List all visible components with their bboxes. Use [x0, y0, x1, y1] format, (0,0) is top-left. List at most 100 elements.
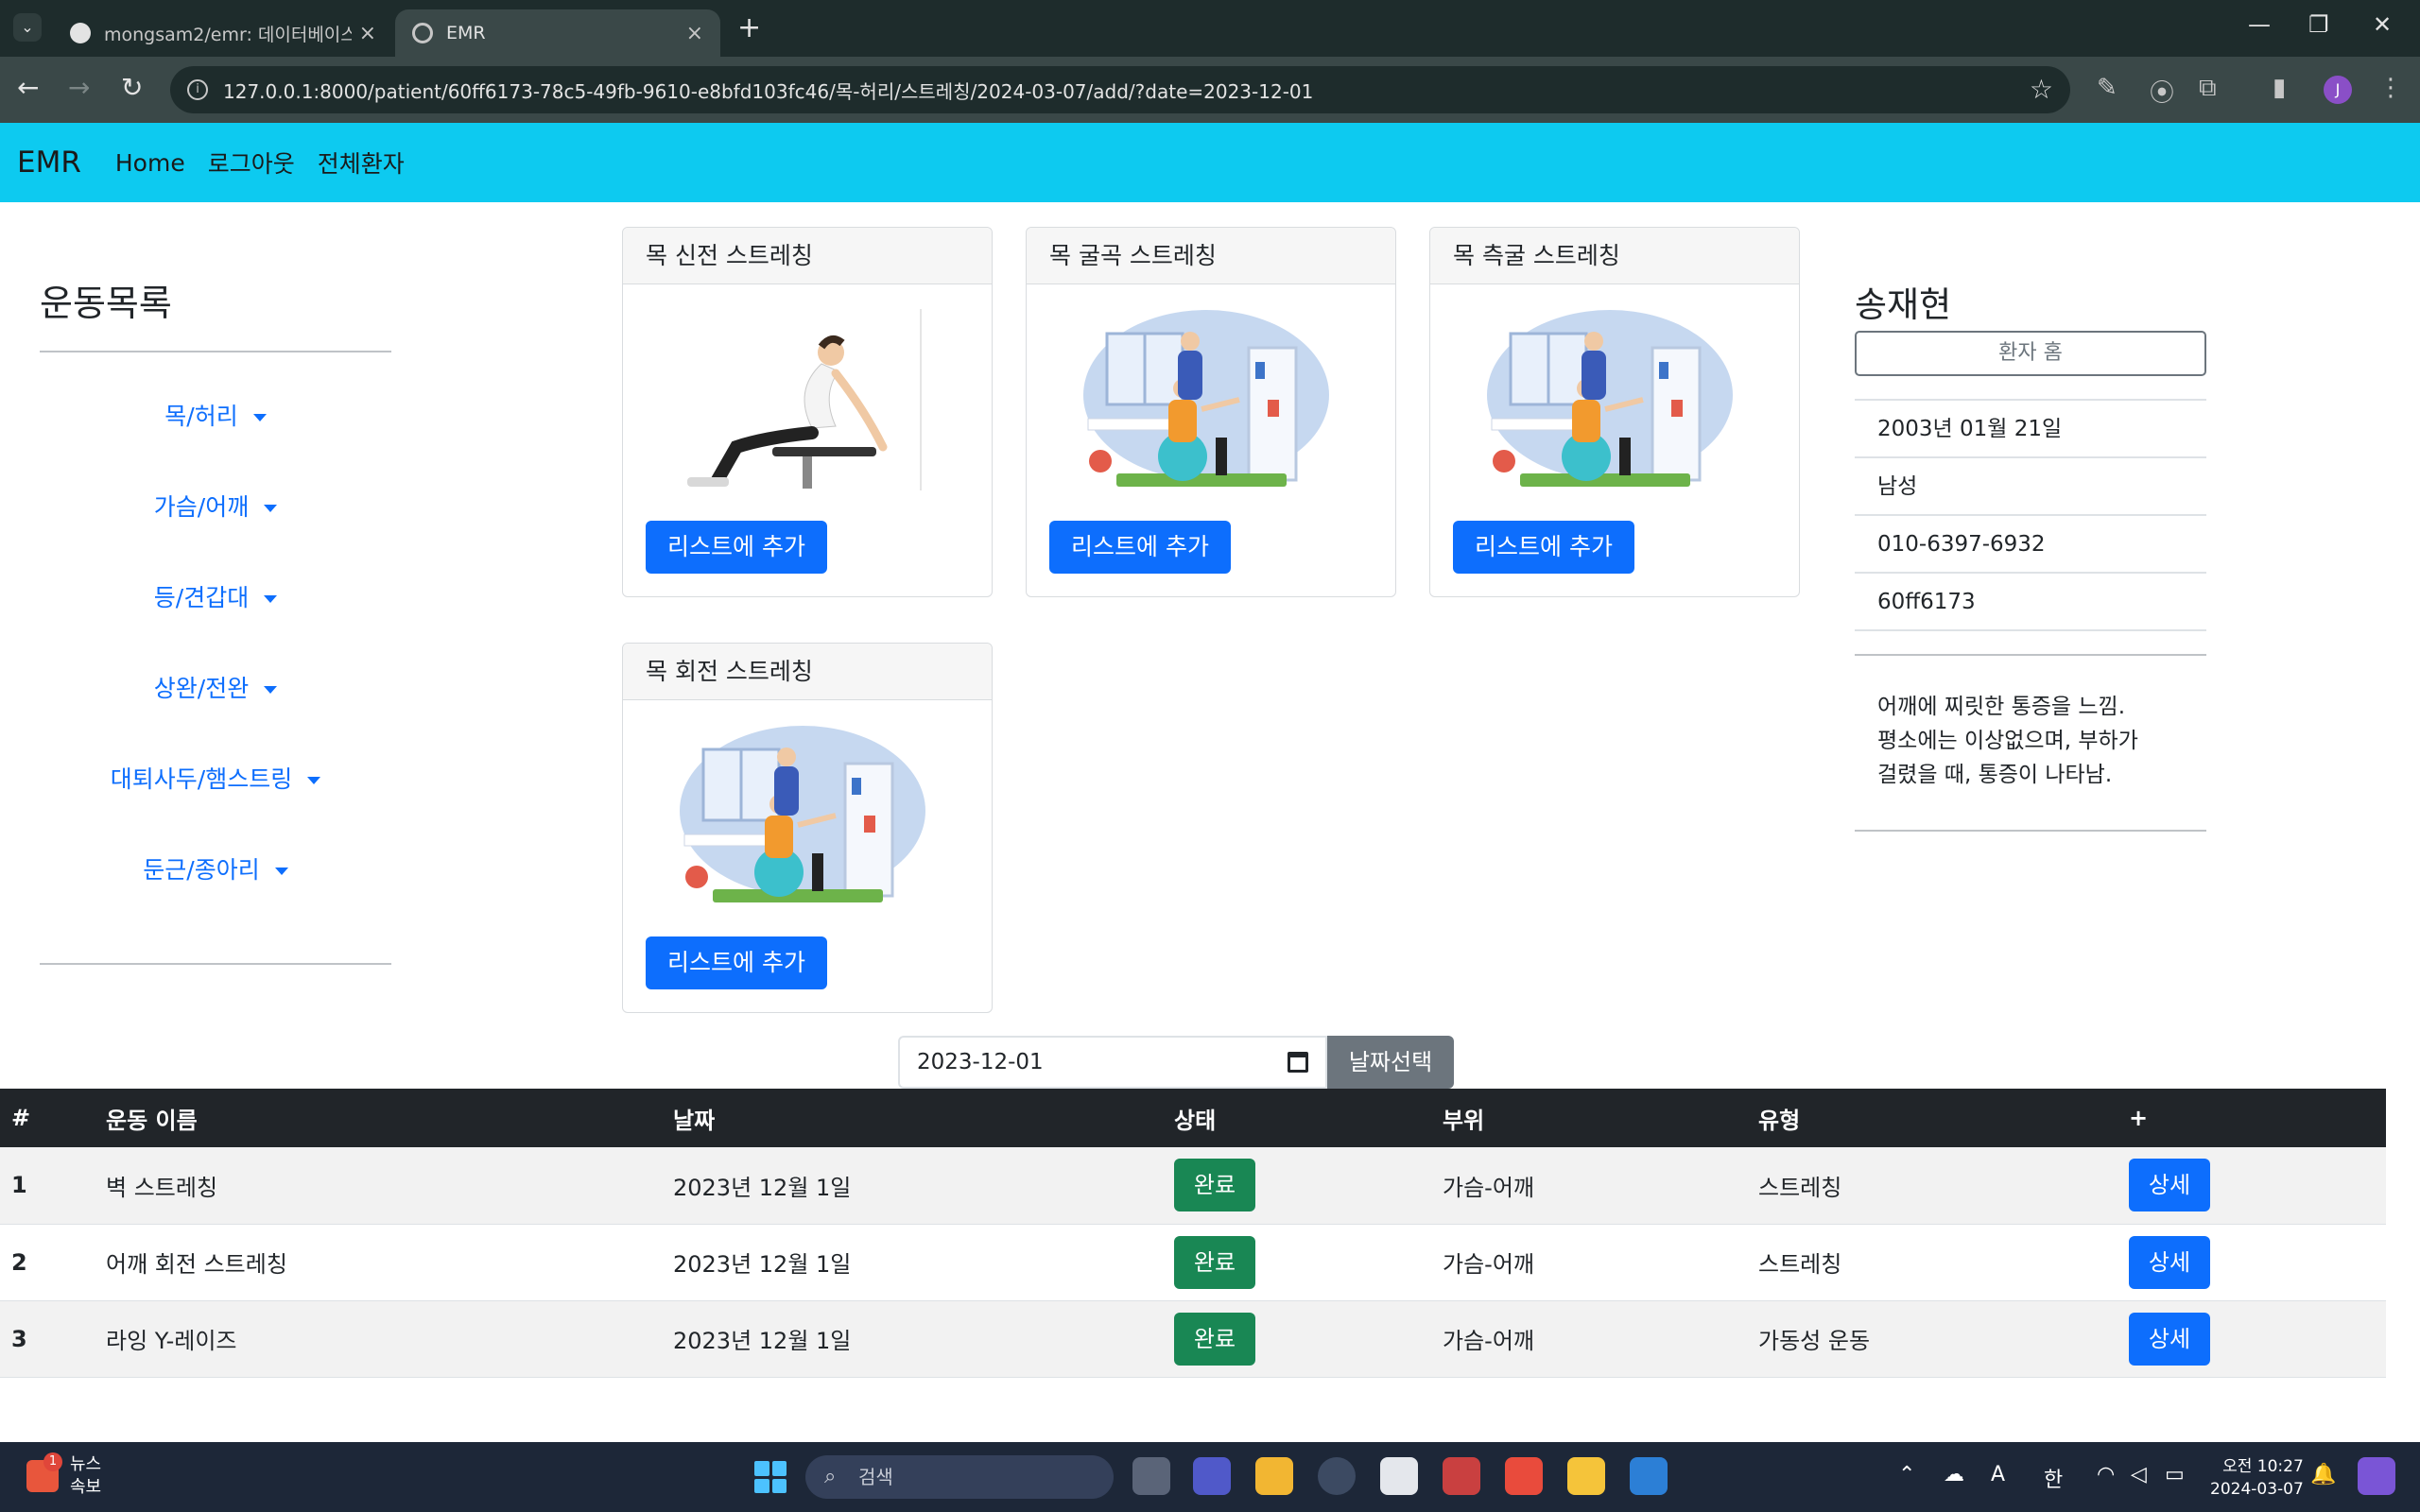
caret-down-icon	[264, 595, 278, 603]
col-header: +	[2118, 1089, 2386, 1147]
add-to-list-button[interactable]: 리스트에 추가	[646, 936, 827, 989]
select-date-button[interactable]: 날짜선택	[1327, 1036, 1454, 1089]
close-icon[interactable]: ×	[359, 22, 376, 45]
card-title: 목 회전 스트레칭	[623, 644, 992, 700]
tab-search-icon[interactable]: ⌄	[13, 13, 42, 42]
category-list: 목/허리 가슴/어깨 등/견갑대 상완/전완 대퇴사두/햄스트링 둔근/종아리	[40, 352, 391, 963]
patient-id: 60ff6173	[1855, 574, 2206, 631]
notification-badge: 1	[43, 1452, 62, 1471]
volume-muted-icon[interactable]: ◁	[2131, 1463, 2147, 1486]
back-icon[interactable]: ←	[17, 72, 39, 103]
body-part: 가슴-어깨	[1431, 1224, 1747, 1301]
detail-button[interactable]: 상세	[2129, 1312, 2210, 1366]
add-to-list-button[interactable]: 리스트에 추가	[1453, 521, 1634, 574]
file-explorer-icon[interactable]	[1255, 1457, 1293, 1495]
tab-title: mongsam2/emr: 데이터베이스	[104, 24, 352, 45]
nav-logout[interactable]: 로그아웃	[208, 146, 295, 180]
store-icon[interactable]	[1380, 1457, 1418, 1495]
category-chest-shoulder[interactable]: 가슴/어깨	[40, 462, 391, 553]
minimize-icon[interactable]: —	[2248, 11, 2271, 38]
taskbar-search[interactable]: ⌕ 검색	[805, 1455, 1114, 1499]
table-row: 3 라잉 Y-레이즈 2023년 12월 1일 완료 가슴-어깨 가동성 운동 …	[0, 1300, 2386, 1378]
exercise-table: # 운동 이름 날짜 상태 부위 유형 + 1 벽 스트레칭 2023년 12월…	[0, 1089, 2386, 1378]
tab-github[interactable]: mongsam2/emr: 데이터베이스 ×	[53, 9, 393, 57]
detail-button[interactable]: 상세	[2129, 1235, 2210, 1289]
table-header-row: # 운동 이름 날짜 상태 부위 유형 +	[0, 1089, 2386, 1147]
body-part: 가슴-어깨	[1431, 1147, 1747, 1225]
vscode-icon[interactable]	[1630, 1457, 1668, 1495]
category-label: 등/견갑대	[153, 584, 250, 611]
nav-all-patients[interactable]: 전체환자	[318, 146, 405, 180]
task-view-icon[interactable]	[1132, 1457, 1170, 1495]
menu-icon[interactable]: ⋮	[2378, 74, 2403, 102]
divider	[40, 963, 391, 965]
reload-icon[interactable]: ↻	[121, 72, 143, 103]
side-panel-icon[interactable]: ▮	[2273, 74, 2286, 102]
brand-logo[interactable]: EMR	[17, 146, 81, 180]
action-cell: 상세	[2118, 1300, 2386, 1378]
category-neck-waist[interactable]: 목/허리	[40, 371, 391, 462]
address-bar[interactable]: i 127.0.0.1:8000/patient/60ff6173-78c5-4…	[170, 66, 2070, 113]
status-done-button[interactable]: 완료	[1174, 1235, 1255, 1289]
site-info-icon[interactable]: i	[187, 79, 208, 100]
col-header: 상태	[1163, 1089, 1431, 1147]
bookmark-star-icon[interactable]: ☆	[2030, 74, 2053, 105]
onedrive-icon[interactable]: ☁	[1944, 1463, 1964, 1486]
window-close-icon[interactable]: ✕	[2373, 11, 2392, 38]
status-done-button[interactable]: 완료	[1174, 1312, 1255, 1366]
wifi-icon[interactable]: ◠	[2097, 1463, 2115, 1486]
forward-icon[interactable]: →	[68, 72, 90, 103]
cast-icon[interactable]: ⦿	[2150, 74, 2174, 109]
system-clock[interactable]: 오전 10:27 2024-03-07	[2210, 1455, 2304, 1501]
calendar-icon[interactable]	[1288, 1052, 1308, 1073]
add-to-list-button[interactable]: 리스트에 추가	[646, 521, 827, 574]
chrome-icon[interactable]	[1318, 1457, 1356, 1495]
globe-icon	[412, 23, 433, 43]
exercise-card: 목 굴곡 스트레칭 리스트에 추가	[1026, 227, 1396, 597]
app-icon[interactable]	[1443, 1457, 1480, 1495]
notepad-icon[interactable]	[1567, 1457, 1605, 1495]
nav-home[interactable]: Home	[115, 149, 185, 177]
col-header: 날짜	[662, 1089, 1163, 1147]
exercise-card: 목 회전 스트레칭 리스트에 추가	[622, 643, 993, 1013]
exercise-card: 목 신전 스트레칭 리스트에 추가	[622, 227, 993, 597]
teams-icon[interactable]	[1193, 1457, 1231, 1495]
status-done-button[interactable]: 완료	[1174, 1159, 1255, 1212]
profile-avatar[interactable]: J	[2324, 76, 2352, 104]
patient-memo: 어깨에 찌릿한 통증을 느낌. 평소에는 이상없으며, 부하가 걸렸을 때, 통…	[1855, 654, 2206, 832]
exercise-image	[680, 726, 925, 902]
category-glute-calf[interactable]: 둔근/종아리	[40, 825, 391, 916]
patient-home-button[interactable]: 환자 홈	[1855, 331, 2206, 376]
caret-down-icon	[264, 686, 278, 694]
chevron-up-icon[interactable]: ⌃	[1898, 1463, 1915, 1486]
sidebar-title: 운동목록	[40, 283, 172, 324]
category-back-scapula[interactable]: 등/견갑대	[40, 553, 391, 644]
tab-emr[interactable]: EMR ×	[395, 9, 720, 57]
pen-icon[interactable]: ✎	[2097, 74, 2118, 102]
restore-icon[interactable]: ❐	[2308, 11, 2329, 38]
ime-indicator[interactable]: 한	[2044, 1463, 2063, 1493]
detail-button[interactable]: 상세	[2129, 1159, 2210, 1212]
status-cell: 완료	[1163, 1300, 1431, 1378]
copilot-icon[interactable]	[2358, 1457, 2395, 1495]
col-header: 유형	[1747, 1089, 2118, 1147]
date-input[interactable]: 2023-12-01	[898, 1036, 1327, 1089]
extensions-icon[interactable]: ⧉	[2199, 74, 2217, 103]
category-thigh[interactable]: 대퇴사두/햄스트링	[40, 734, 391, 825]
table-row: 1 벽 스트레칭 2023년 12월 1일 완료 가슴-어깨 스트레칭 상세	[0, 1147, 2386, 1225]
news-widget[interactable]: 1 뉴스 속보	[26, 1452, 101, 1499]
font-indicator[interactable]: A	[1991, 1463, 2005, 1486]
add-to-list-button[interactable]: 리스트에 추가	[1049, 521, 1231, 574]
windows-start-icon[interactable]	[754, 1461, 786, 1493]
patient-info-list: 2003년 01월 21일 남성 010-6397-6932 60ff6173	[1855, 399, 2206, 631]
category-label: 상완/전완	[153, 675, 250, 702]
notification-bell-icon[interactable]: 🔔	[2310, 1463, 2336, 1486]
battery-icon[interactable]: ▭	[2165, 1463, 2185, 1486]
category-arm-forearm[interactable]: 상완/전완	[40, 644, 391, 734]
close-icon[interactable]: ×	[686, 22, 703, 45]
card-title: 목 측굴 스트레칭	[1430, 228, 1799, 284]
new-tab-button[interactable]: +	[737, 11, 761, 44]
url-text[interactable]: 127.0.0.1:8000/patient/60ff6173-78c5-49f…	[223, 77, 1313, 104]
sync-icon[interactable]	[1505, 1457, 1543, 1495]
row-number: 3	[0, 1300, 95, 1378]
